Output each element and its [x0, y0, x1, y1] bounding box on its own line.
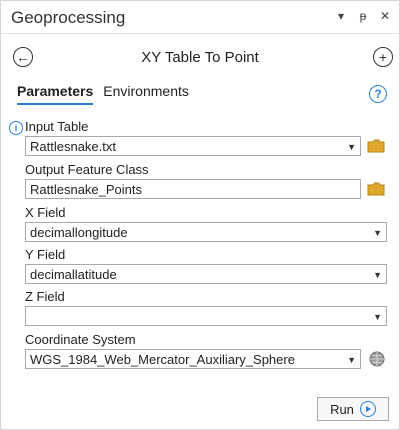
chevron-down-icon[interactable]: ▼ — [347, 350, 356, 370]
coordinate-system-value: WGS_1984_Web_Mercator_Auxiliary_Sphere — [30, 352, 295, 367]
output-feature-class-value: Rattlesnake_Points — [30, 182, 143, 197]
close-icon[interactable]: ✕ — [379, 9, 391, 23]
folder-icon[interactable] — [367, 139, 385, 153]
pin-icon[interactable]: ᵽ — [357, 9, 369, 23]
folder-icon[interactable] — [367, 182, 385, 196]
coordinate-system-dropdown[interactable]: WGS_1984_Web_Mercator_Auxiliary_Sphere ▼ — [25, 349, 361, 369]
tab-parameters[interactable]: Parameters — [17, 83, 94, 105]
output-feature-class-field[interactable]: Rattlesnake_Points — [25, 179, 361, 199]
input-table-dropdown[interactable]: Rattlesnake.txt ▼ — [25, 136, 361, 156]
coordinate-system-label: Coordinate System — [25, 332, 136, 347]
output-feature-class-label: Output Feature Class — [25, 162, 149, 177]
x-field-value: decimallongitude — [30, 225, 128, 240]
pane-window-controls: ▾ ᵽ ✕ — [335, 9, 391, 23]
geoprocessing-pane: Geoprocessing ▾ ᵽ ✕ ← XY Table To Point … — [0, 0, 400, 430]
input-table-value: Rattlesnake.txt — [30, 139, 116, 154]
y-field-dropdown[interactable]: decimallatitude ▼ — [25, 264, 387, 284]
tab-environments[interactable]: Environments — [103, 83, 189, 105]
tool-header: ← XY Table To Point + — [1, 41, 399, 71]
tool-title: XY Table To Point — [141, 49, 259, 66]
help-icon[interactable]: ? — [369, 85, 387, 103]
chevron-down-icon[interactable]: ▼ — [373, 265, 382, 285]
z-field-label: Z Field — [25, 289, 65, 304]
run-button[interactable]: Run — [317, 397, 389, 421]
add-icon[interactable]: + — [373, 47, 393, 67]
pane-titlebar: Geoprocessing ▾ ᵽ ✕ — [1, 1, 399, 34]
z-field-dropdown[interactable]: ▼ — [25, 306, 387, 326]
x-field-label: X Field — [25, 205, 66, 220]
y-field-label: Y Field — [25, 247, 66, 262]
play-icon — [359, 401, 376, 417]
run-button-label: Run — [330, 401, 354, 417]
chevron-down-icon[interactable]: ▼ — [347, 137, 356, 157]
x-field-dropdown[interactable]: decimallongitude ▼ — [25, 222, 387, 242]
tool-tabs: Parameters Environments — [17, 83, 189, 105]
y-field-value: decimallatitude — [30, 267, 117, 282]
menu-dropdown-icon[interactable]: ▾ — [335, 9, 347, 23]
chevron-down-icon[interactable]: ▼ — [373, 307, 382, 327]
pane-title: Geoprocessing — [11, 8, 126, 27]
info-icon[interactable]: i — [9, 121, 23, 135]
input-table-label: Input Table — [25, 119, 89, 134]
globe-icon[interactable] — [369, 351, 385, 367]
chevron-down-icon[interactable]: ▼ — [373, 223, 382, 243]
